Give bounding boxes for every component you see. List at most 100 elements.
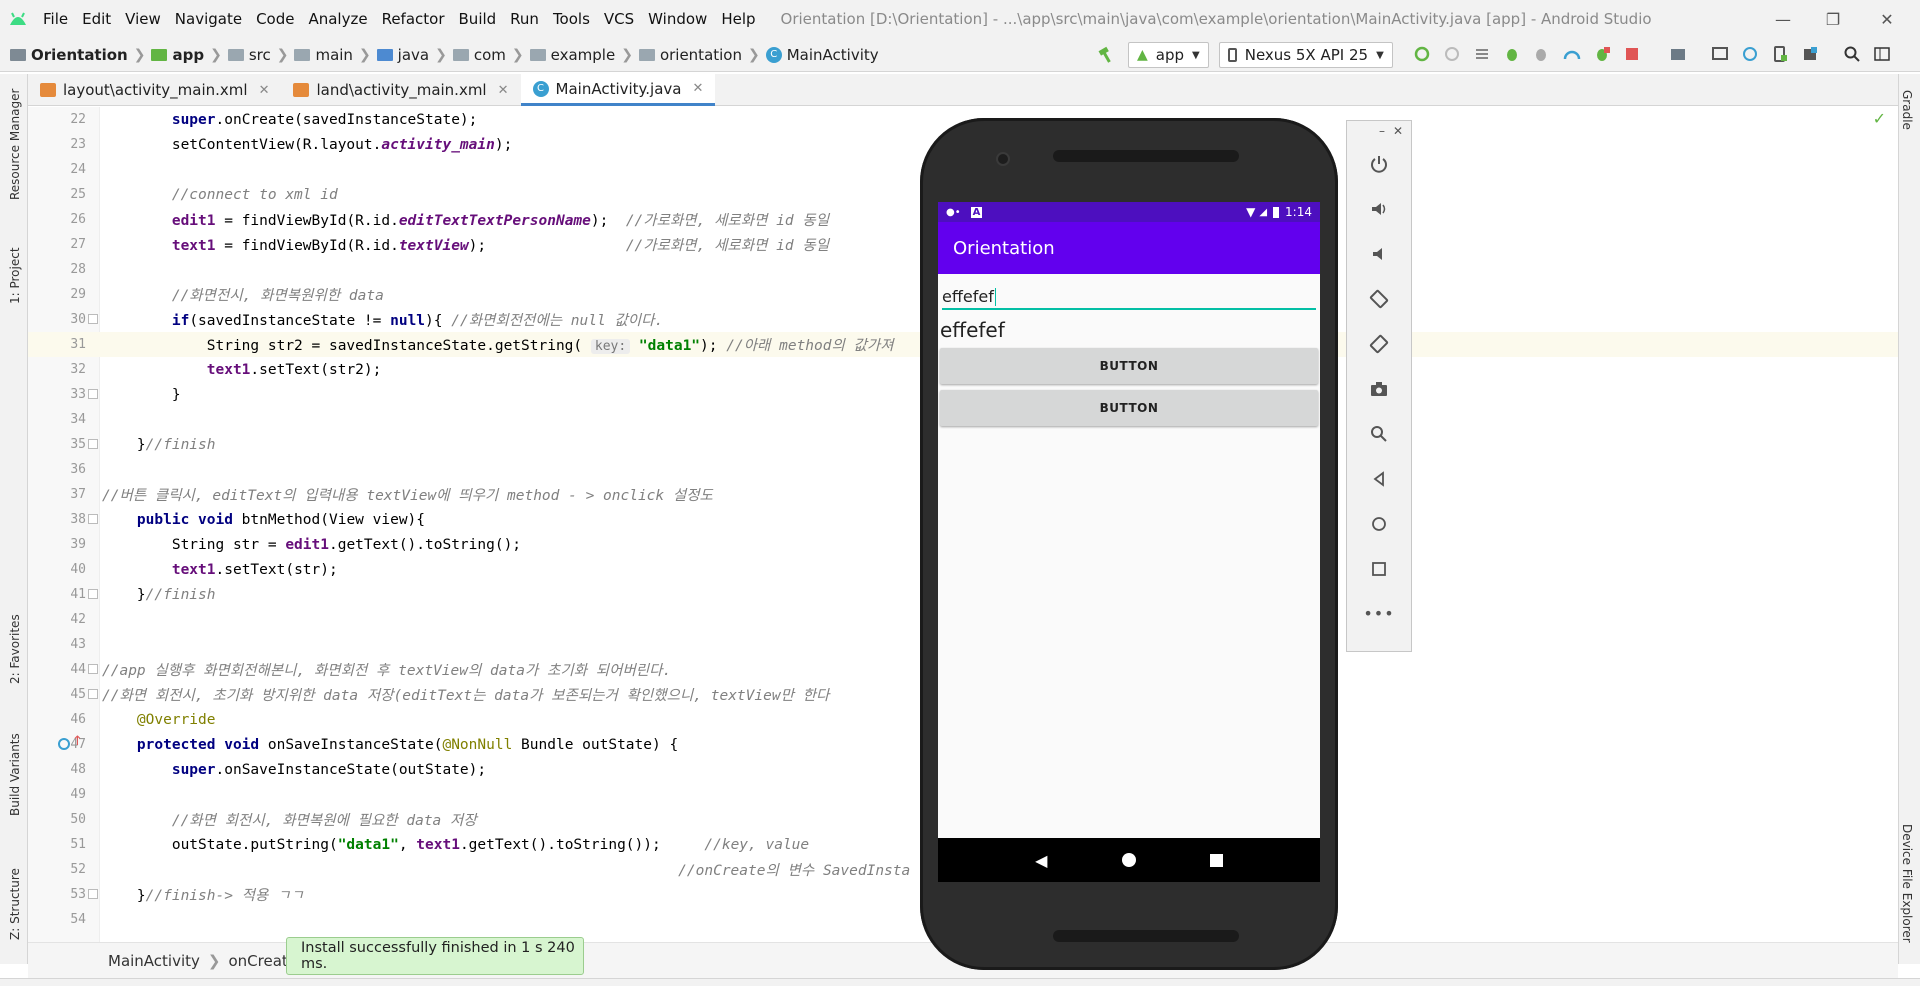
device-file-explorer-tab[interactable]: Device File Explorer [1900,824,1914,943]
close-button[interactable]: ✕ [1864,0,1910,38]
fold-marker-icon[interactable] [88,439,98,449]
menu-edit[interactable]: Edit [75,10,118,28]
close-tab-icon[interactable]: ✕ [259,83,270,98]
window-title: Orientation [D:\Orientation] - ...\app\s… [780,10,1652,28]
overview-icon[interactable] [1347,546,1411,591]
apply-changes-restart-icon[interactable] [1410,42,1434,66]
breadcrumb-item-main[interactable]: main [315,46,352,64]
back-icon[interactable] [1347,456,1411,501]
close-tab-icon[interactable]: ✕ [692,81,703,96]
signal-icon: ◢ [1259,206,1268,218]
volume-down-icon[interactable] [1347,231,1411,276]
stop-icon[interactable] [1620,42,1644,66]
breadcrumb-item-java[interactable]: java [398,46,429,64]
source-folder-icon [376,48,393,61]
menu-navigate[interactable]: Navigate [168,10,249,28]
tab-mainactivity-java[interactable]: C MainActivity.java ✕ [520,74,716,106]
menu-build[interactable]: Build [452,10,504,28]
close-tab-icon[interactable]: ✕ [498,83,509,98]
sync-gradle-icon[interactable] [1738,42,1762,66]
menu-help[interactable]: Help [714,10,762,28]
attach-debugger-icon[interactable] [1530,42,1554,66]
restore-button[interactable]: ❐ [1810,0,1856,38]
menu-window[interactable]: Window [641,10,714,28]
rotate-left-icon[interactable] [1347,276,1411,321]
run-config-select[interactable]: ▲ app ▼ [1128,42,1209,68]
project-tab[interactable]: 1: Project [8,247,22,304]
zoom-icon[interactable] [1347,411,1411,456]
top-speaker-grille [1053,150,1239,162]
breadcrumb-item-app[interactable]: app [172,46,204,64]
android-run-icon: ▲ [1137,47,1148,63]
breadcrumb: Orientation ❯ app ❯ src ❯ main ❯ java ❯ com ❯ … [10,46,879,64]
menu-run[interactable]: Run [503,10,546,28]
button-1[interactable]: BUTTON [940,348,1318,384]
install-notification-toast[interactable]: Install successfully finished in 1 s 240… [286,937,584,975]
fold-marker-icon[interactable] [88,889,98,899]
nav-back-icon[interactable]: ◀ [1035,851,1047,870]
more-icon[interactable]: ••• [1347,591,1411,636]
avd-manager-icon[interactable] [1768,42,1792,66]
profile-icon[interactable] [1560,42,1584,66]
fold-marker-icon[interactable] [88,589,98,599]
gradle-tab[interactable]: Gradle [1900,90,1914,130]
editor-breadcrumb-class[interactable]: MainActivity [108,952,200,970]
make-project-hammer-icon[interactable] [1094,43,1118,67]
apply-code-changes-icon[interactable] [1440,42,1464,66]
editor-tab-bar: layout\activity_main.xml ✕ land\activity… [28,74,1898,106]
debug-bug-icon[interactable] [1500,42,1524,66]
nav-overview-icon[interactable] [1209,853,1223,867]
resource-manager-tab[interactable]: Resource Manager [8,89,22,200]
menu-view[interactable]: View [118,10,168,28]
breadcrumb-item-com[interactable]: com [474,46,506,64]
minimize-button[interactable]: — [1760,0,1806,38]
volume-up-icon[interactable] [1347,186,1411,231]
minimize-emulator-icon[interactable]: – [1379,124,1385,138]
device-manager-icon[interactable] [1708,42,1732,66]
run-config-label: app [1155,46,1185,64]
project-folder-icon [10,48,26,61]
menu-code[interactable]: Code [249,10,301,28]
emulator-screen[interactable]: ●• A ▼ ◢ 1:14 Orientation effefef effefe… [938,202,1320,882]
fold-marker-icon[interactable] [88,689,98,699]
breadcrumb-item-orientation-pkg[interactable]: orientation [660,46,742,64]
tab-layout-activity-main[interactable]: layout\activity_main.xml ✕ [28,74,281,106]
run-debug-icon[interactable] [1590,42,1614,66]
breadcrumb-item-example[interactable]: example [551,46,616,64]
structure-tab[interactable]: Z: Structure [8,868,22,940]
menu-tools[interactable]: Tools [546,10,597,28]
menu-file[interactable]: File [36,10,75,28]
device-select[interactable]: Nexus 5X API 25 ▼ [1218,42,1393,68]
favorites-tab[interactable]: 2: Favorites [8,614,22,684]
tab-land-activity-main[interactable]: land\activity_main.xml ✕ [281,74,520,106]
battery-icon [1273,206,1280,218]
breadcrumb-item-mainactivity[interactable]: MainActivity [787,46,879,64]
override-gutter-icon[interactable] [58,738,70,750]
rotate-right-icon[interactable] [1347,321,1411,366]
logcat-icon[interactable] [1470,42,1494,66]
menu-vcs[interactable]: VCS [597,10,641,28]
menu-refactor[interactable]: Refactor [375,10,452,28]
breadcrumb-item-src[interactable]: src [249,46,271,64]
fold-marker-icon[interactable] [88,514,98,524]
fold-marker-icon[interactable] [88,314,98,324]
fold-marker-icon[interactable] [88,389,98,399]
screenshot-camera-icon[interactable] [1347,366,1411,411]
edit-text-person-name[interactable]: effefef [942,284,1316,310]
inspection-ok-icon[interactable]: ✓ [1873,109,1886,128]
sidebar-toggle-icon[interactable] [1870,42,1894,66]
sdk-manager-icon[interactable] [1798,42,1822,66]
left-tool-strip: Resource Manager 1: Project 2: Favorites… [0,74,28,964]
nav-home-icon[interactable] [1121,853,1136,867]
button-2[interactable]: BUTTON [940,390,1318,426]
menu-analyze[interactable]: Analyze [301,10,374,28]
search-icon[interactable] [1840,42,1864,66]
power-icon[interactable] [1347,141,1411,186]
project-structure-icon[interactable] [1666,42,1690,66]
close-emulator-icon[interactable]: ✕ [1393,124,1403,138]
build-variants-tab[interactable]: Build Variants [8,733,22,816]
breadcrumb-item-orientation[interactable]: Orientation [31,46,128,64]
home-icon[interactable] [1347,501,1411,546]
text-view: effefef [940,318,1005,342]
fold-marker-icon[interactable] [88,664,98,674]
